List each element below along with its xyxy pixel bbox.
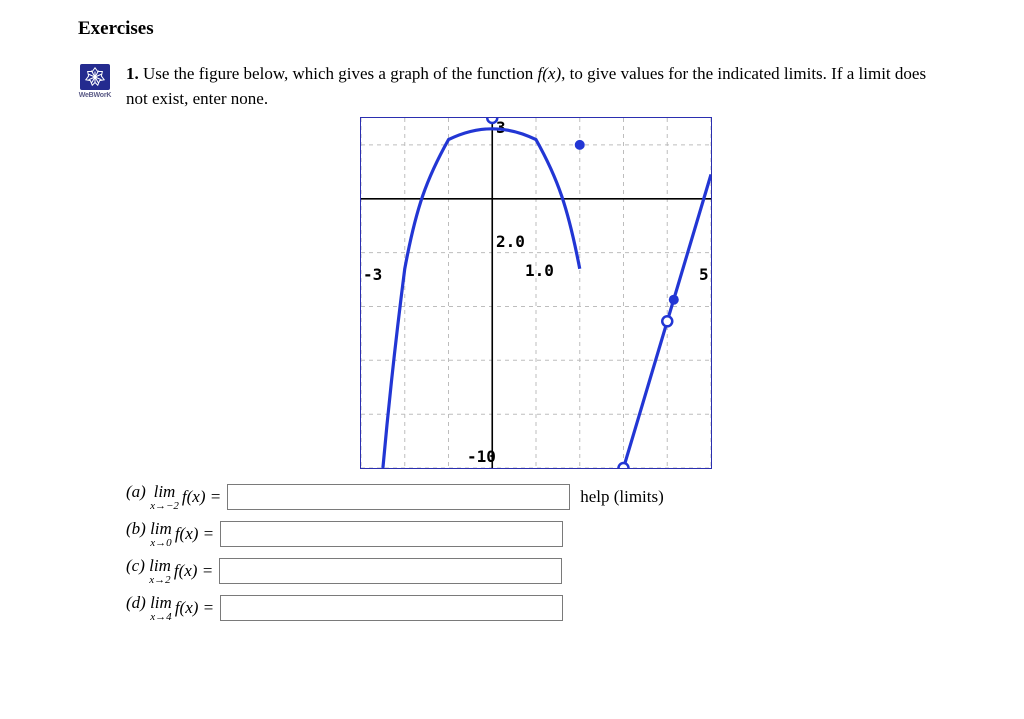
part-c: (c) limx→2 f(x) = bbox=[126, 556, 946, 586]
part-b: (b) limx→0 f(x) = bbox=[126, 519, 946, 549]
answer-parts: (a) limx→−2 f(x) = help (limits) (b) lim… bbox=[126, 482, 946, 623]
answer-input-d[interactable] bbox=[220, 595, 563, 621]
section-title: Exercises bbox=[78, 18, 946, 40]
graph: 3 2.0 1.0 -3 5 -10 bbox=[126, 117, 946, 474]
problem-1: WeBWorK 1. Use the figure below, which g… bbox=[78, 62, 946, 630]
webwork-icon: WeBWorK bbox=[78, 64, 112, 99]
question-prompt: 1. Use the figure below, which gives a g… bbox=[126, 62, 946, 111]
open-point bbox=[487, 117, 497, 123]
closed-point bbox=[575, 140, 585, 150]
answer-input-c[interactable] bbox=[219, 558, 562, 584]
part-d: (d) limx→4 f(x) = bbox=[126, 593, 946, 623]
open-point bbox=[662, 317, 672, 327]
answer-input-b[interactable] bbox=[220, 521, 563, 547]
help-limits-link[interactable]: help (limits) bbox=[580, 487, 664, 507]
curve-left bbox=[383, 129, 580, 468]
axis-tick: -3 bbox=[363, 265, 382, 284]
axis-tick: 5 bbox=[699, 265, 709, 284]
part-a: (a) limx→−2 f(x) = help (limits) bbox=[126, 482, 946, 512]
axis-tick: -10 bbox=[467, 447, 496, 466]
open-point bbox=[619, 463, 629, 469]
axis-tick: 1.0 bbox=[525, 261, 554, 280]
answer-input-a[interactable] bbox=[227, 484, 570, 510]
axis-tick: 2.0 bbox=[496, 232, 525, 251]
closed-point bbox=[669, 295, 679, 305]
